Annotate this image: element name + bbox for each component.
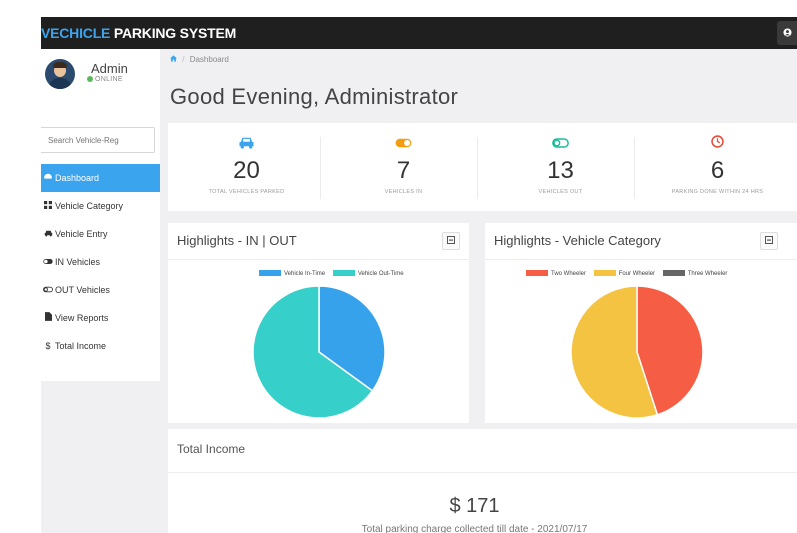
- sidebar-item-vehicle-entry[interactable]: Vehicle Entry: [41, 220, 160, 248]
- page-title: Good Evening, Administrator: [170, 84, 459, 109]
- user-icon: [782, 28, 792, 37]
- brand-title[interactable]: VECHICLE PARKING SYSTEM: [41, 25, 236, 41]
- breadcrumb: / Dashboard: [170, 55, 229, 64]
- clock-icon: [639, 135, 796, 151]
- minimize-button[interactable]: [442, 232, 460, 250]
- stat-vehicles-in: 7 VEHICLES IN: [325, 123, 482, 211]
- legend-item: Four Wheeler: [593, 270, 655, 277]
- sidebar-footer: [41, 381, 160, 533]
- stat-total-parked: 20 TOTAL VEHICLES PARKED: [168, 123, 325, 211]
- sidebar-item-out-vehicles[interactable]: OUT Vehicles: [41, 276, 160, 304]
- stat-label: VEHICLES OUT: [538, 189, 583, 195]
- user-name: Admin: [91, 61, 128, 76]
- sidebar-item-total-income[interactable]: $ Total Income: [41, 332, 160, 360]
- toggle-off-icon: [41, 277, 55, 305]
- income-note: Total parking charge collected till date…: [361, 524, 588, 533]
- car-icon: [168, 135, 325, 151]
- legend-category: Two Wheeler Four Wheeler Three Wheeler: [526, 270, 733, 277]
- sidebar-item-in-vehicles[interactable]: IN Vehicles: [41, 248, 160, 276]
- status-badge: ONLINE: [87, 76, 123, 83]
- panel-title: Highlights - Vehicle Category: [494, 233, 661, 248]
- legend-item: Vehicle Out-Time: [332, 270, 404, 277]
- stat-label: TOTAL VEHICLES PARKED: [208, 189, 285, 195]
- panel-title: Highlights - IN | OUT: [177, 233, 297, 248]
- minimize-icon: [447, 236, 455, 244]
- file-icon: [41, 305, 55, 333]
- car-icon: [41, 221, 55, 249]
- stat-value: 20: [233, 157, 260, 184]
- income-amount: $ 171: [449, 495, 500, 517]
- stat-label: VEHICLES IN: [384, 189, 423, 195]
- legend-item: Vehicle In-Time: [259, 270, 325, 277]
- sidebar-nav: Dashboard Vehicle Category Vehicle Entry…: [41, 164, 160, 360]
- user-menu-button[interactable]: [777, 21, 797, 45]
- stat-value: 13: [547, 157, 574, 184]
- grid-icon: [41, 193, 55, 221]
- toggle-on-icon: [325, 135, 482, 151]
- panel-total-income: Total Income $ 171 Total parking charge …: [168, 429, 797, 533]
- breadcrumb-current: Dashboard: [189, 55, 229, 64]
- search-input[interactable]: [41, 127, 155, 153]
- home-icon[interactable]: [170, 55, 177, 64]
- online-dot-icon: [87, 76, 93, 82]
- panel-title: Total Income: [177, 442, 246, 456]
- dollar-icon: $: [45, 341, 51, 351]
- stat-value: 6: [710, 157, 725, 184]
- stat-vehicles-out: 13 VEHICLES OUT: [482, 123, 639, 211]
- app-window: VECHICLE PARKING SYSTEM Admin ONLINE Das…: [41, 17, 797, 533]
- legend-item: Three Wheeler: [662, 270, 727, 277]
- sidebar: Admin ONLINE Dashboard Vehicle Category …: [41, 49, 160, 381]
- avatar: [45, 59, 75, 89]
- toggle-off-icon: [482, 135, 639, 151]
- sidebar-item-vehicle-category[interactable]: Vehicle Category: [41, 192, 160, 220]
- minimize-icon: [765, 236, 773, 244]
- dashboard-icon: [41, 165, 55, 193]
- stats-panel: 20 TOTAL VEHICLES PARKED 7 VEHICLES IN 1…: [168, 123, 797, 211]
- stat-value: 7: [396, 157, 411, 184]
- stat-within-24hrs: 6 PARKING DONE WITHIN 24 HRS: [639, 123, 796, 211]
- sidebar-item-view-reports[interactable]: View Reports: [41, 304, 160, 332]
- toggle-on-icon: [41, 249, 55, 277]
- legend-in-out: Vehicle In-Time Vehicle Out-Time: [259, 270, 410, 277]
- legend-item: Two Wheeler: [526, 270, 586, 277]
- minimize-button[interactable]: [760, 232, 778, 250]
- top-navbar: VECHICLE PARKING SYSTEM: [41, 17, 797, 49]
- pie-chart-category: [570, 285, 704, 419]
- stat-label: PARKING DONE WITHIN 24 HRS: [671, 189, 764, 195]
- pie-chart-in-out: [252, 285, 386, 419]
- sidebar-item-dashboard[interactable]: Dashboard: [41, 164, 160, 192]
